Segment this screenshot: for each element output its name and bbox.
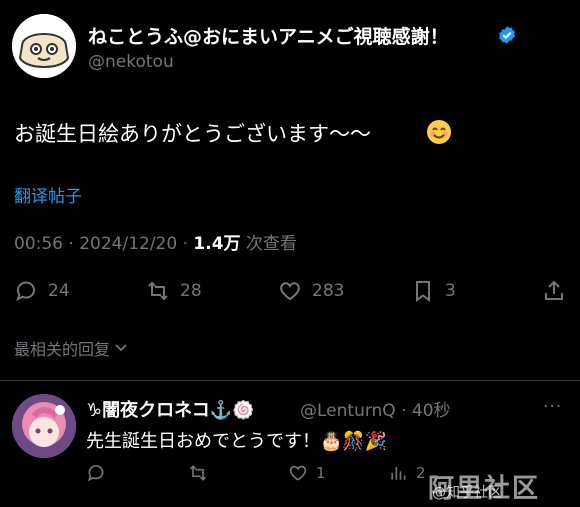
views-label: 次查看 [240,234,297,254]
reply-sort-label: 最相关的回复 [14,340,111,359]
like-count: 283 [312,281,345,301]
avatar-face-icon [12,14,76,78]
smile-emoji-icon [427,120,451,144]
reply-author-handle[interactable]: @LenturnQ · 40秒 [300,396,451,421]
reply-button[interactable]: 24 [14,279,70,303]
tweet-meta: 00:56 · 2024/12/20 · 1.4万 次查看 [14,229,297,254]
share-icon [545,280,563,300]
reply-icon [16,281,35,301]
retweet-icon [189,465,207,481]
reply-count: 24 [48,281,70,301]
views-count: 1.4万 [193,234,241,254]
like-button[interactable]: 283 [278,279,344,303]
divider [0,380,580,381]
reply-icon [87,465,104,482]
reply-sort-dropdown[interactable]: 最相关的回复 [14,336,128,360]
bookmark-button[interactable]: 3 [411,279,456,303]
translate-post-link[interactable]: 翻译帖子 [14,182,82,207]
watermark-small: @知乎社区 [432,485,502,501]
author-name[interactable]: ねことうふ@おにまいアニメご視聴感謝！ [88,22,449,49]
reply-author-avatar[interactable] [12,394,76,458]
reply-views-button[interactable]: 2 [388,463,426,483]
views-chart-icon [391,467,406,480]
retweet-count: 28 [180,281,202,301]
reply-like-button[interactable]: 1 [288,463,326,483]
retweet-icon [148,281,168,301]
share-button[interactable] [542,279,566,303]
reply-text: 先生誕生日おめでとうです！🎂🎊🎉 [86,431,388,452]
author-handle[interactable]: @nekotou [88,52,174,72]
retweet-button[interactable]: 28 [146,279,202,303]
author-avatar[interactable] [12,14,76,78]
verified-badge-icon [499,26,515,44]
chevron-down-icon [115,344,127,352]
anime-avatar-icon [12,394,76,458]
bookmark-icon [416,281,430,302]
tweet-text: お誕生日絵ありがとうございます～～ [14,122,371,146]
like-icon [289,465,307,481]
more-options-button[interactable]: ··· [543,397,562,417]
reply-author-name[interactable]: ♑闇夜クロネコ⚓️🍥 [86,396,255,422]
like-icon [280,282,300,301]
reply-reply-button[interactable] [86,463,114,483]
reply-like-count: 1 [316,464,326,482]
reply-retweet-button[interactable] [188,463,216,483]
tweet-timestamp[interactable]: 00:56 · 2024/12/20 · [14,234,193,254]
reply-views-count: 2 [416,464,426,482]
bookmark-count: 3 [445,281,456,301]
